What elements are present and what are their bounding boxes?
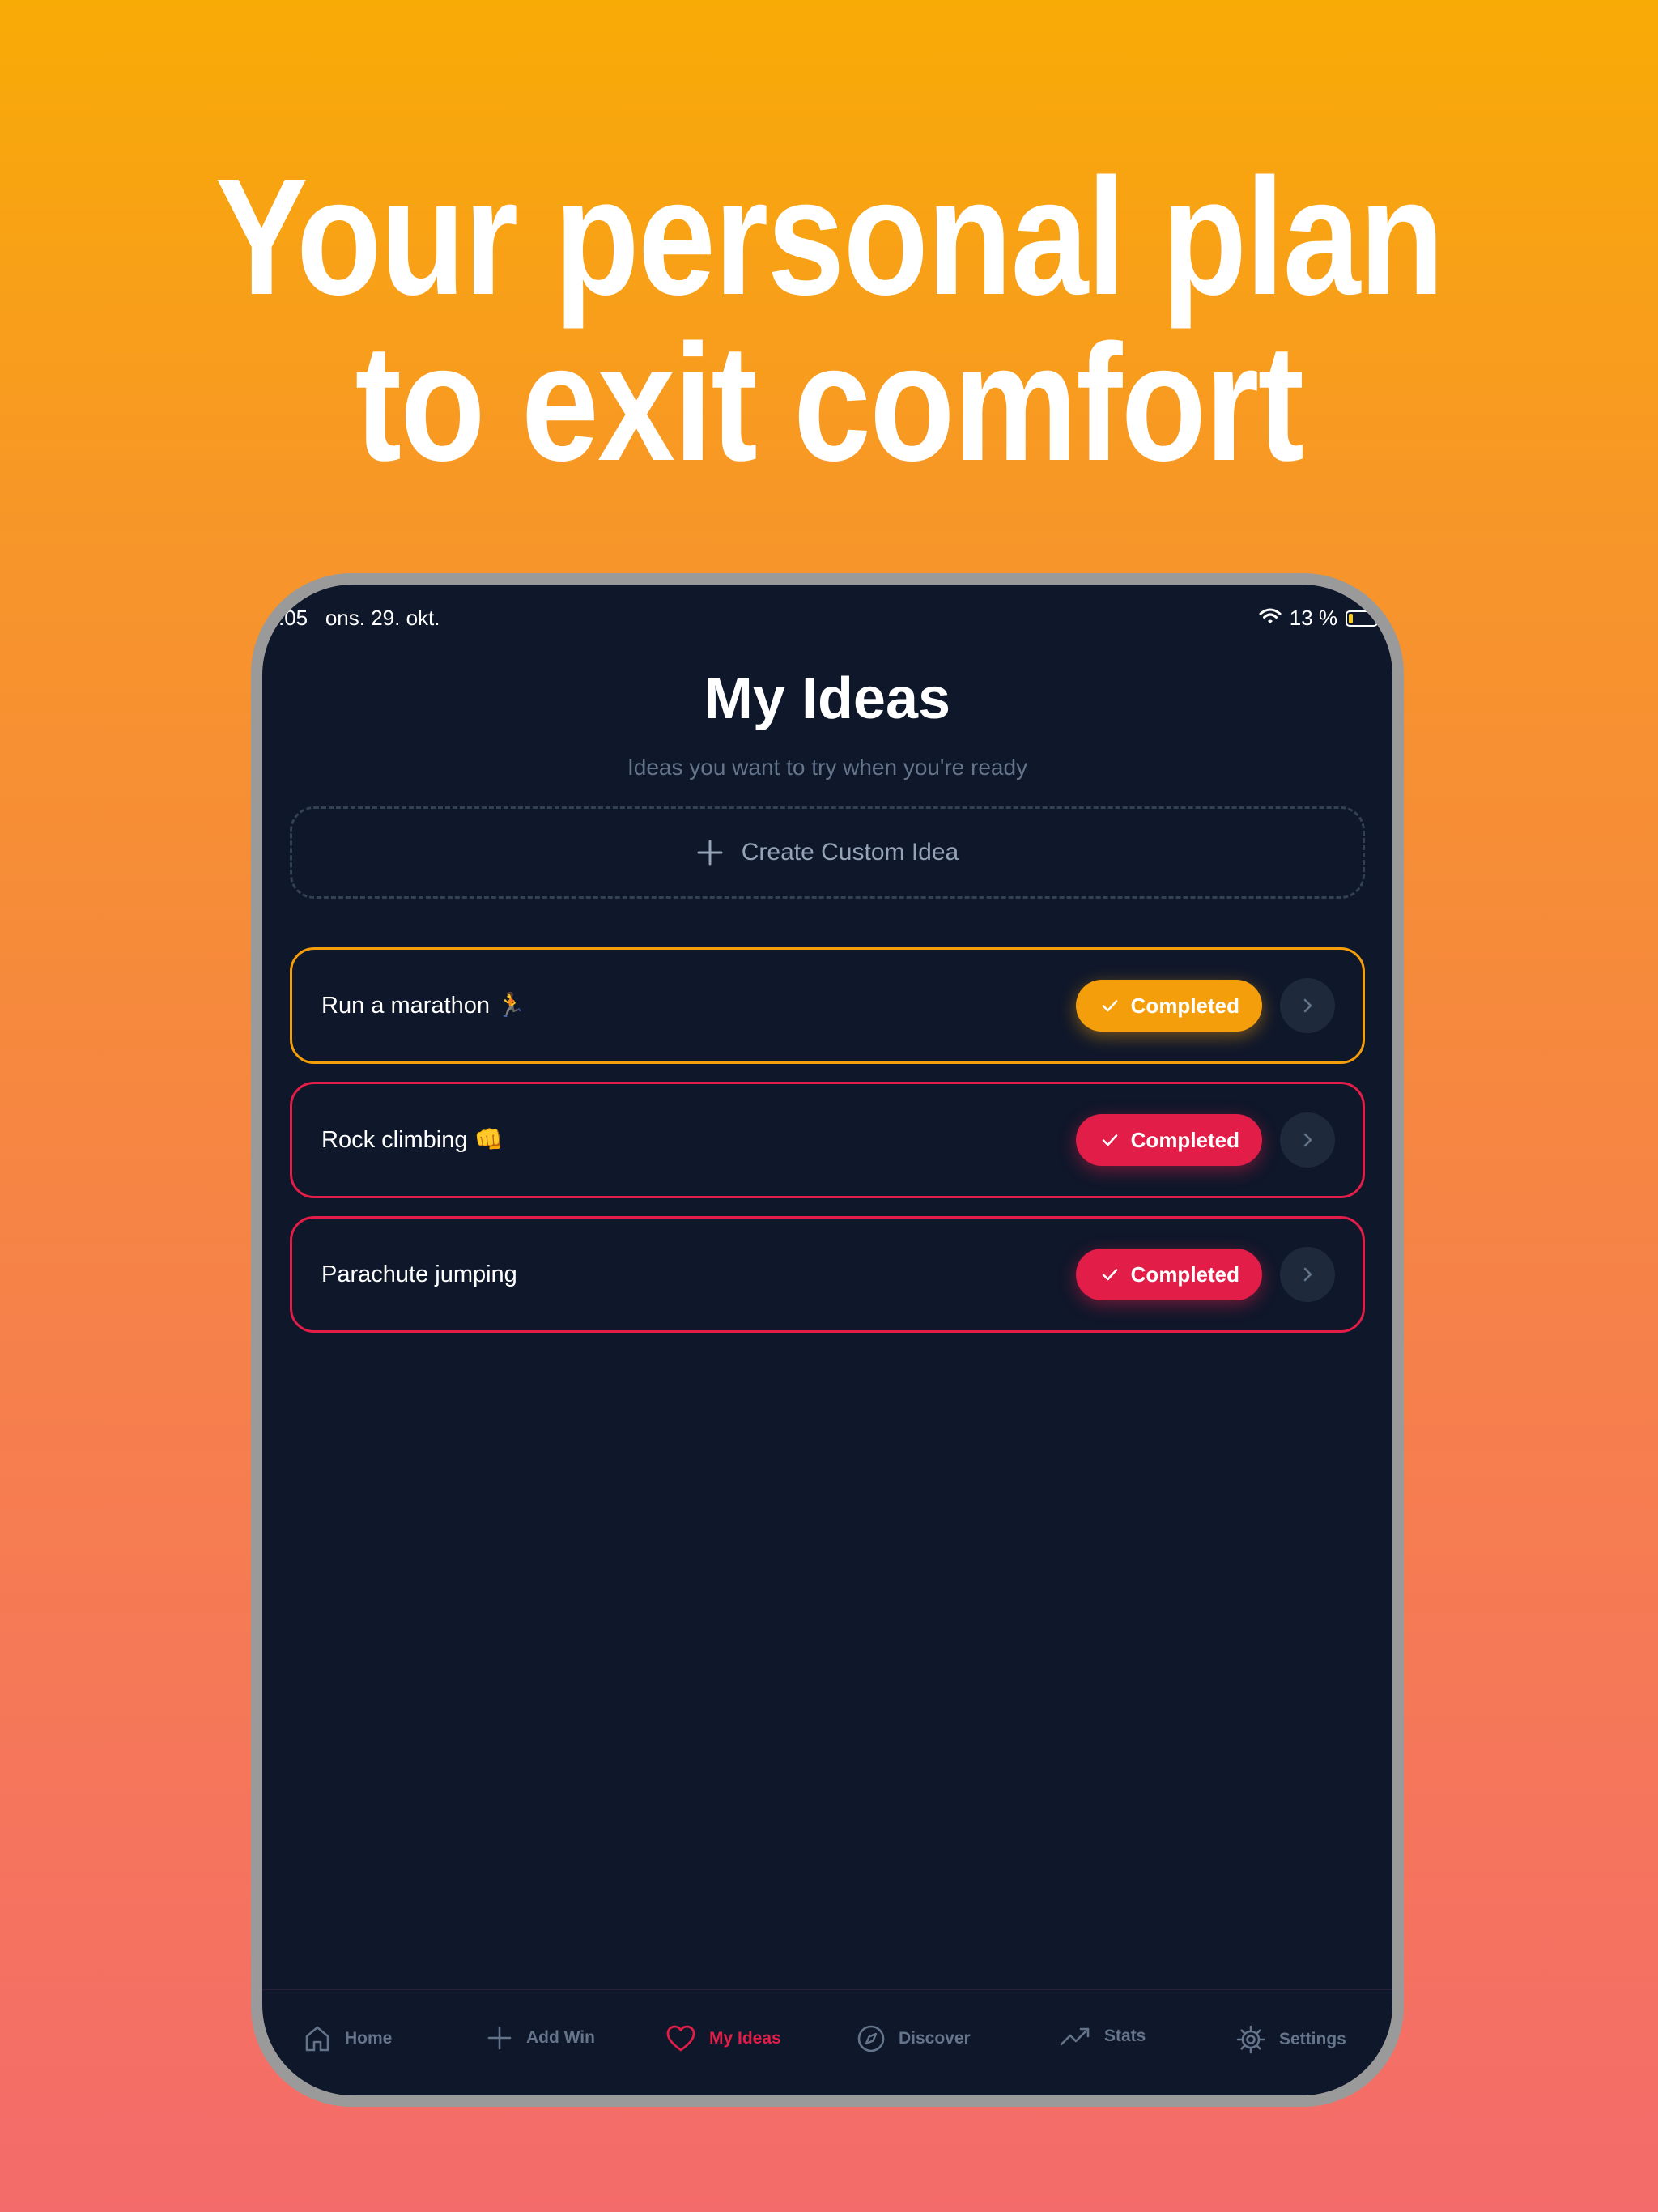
chevron-right-icon [1303, 998, 1312, 1013]
open-idea-button[interactable] [1280, 978, 1335, 1033]
tab-my-ideas-label: My Ideas [709, 2029, 781, 2048]
check-icon [1102, 1269, 1117, 1281]
idea-label: Parachute jumping [321, 1261, 517, 1287]
tab-home[interactable]: Home [303, 2024, 392, 2053]
create-custom-idea-button[interactable]: Create Custom Idea [290, 806, 1365, 899]
tab-settings[interactable]: Settings [1235, 2024, 1346, 2055]
headline-line-1: Your personal plan [215, 144, 1444, 330]
completed-badge[interactable]: Completed [1075, 1249, 1262, 1300]
open-idea-button[interactable] [1280, 1247, 1335, 1302]
tablet-frame: .05 ons. 29. okt. 13 % My Ideas Ideas yo… [251, 573, 1404, 2107]
gear-icon [1236, 2025, 1265, 2054]
status-time: .05 [278, 606, 308, 630]
status-indicators: 13 % [1259, 606, 1378, 631]
open-idea-button[interactable] [1280, 1112, 1335, 1168]
trending-up-icon [1060, 2027, 1090, 2046]
completed-label: Completed [1130, 1127, 1239, 1152]
battery-fill [1349, 613, 1353, 623]
idea-card[interactable]: Parachute jumping Completed [290, 1216, 1365, 1333]
check-icon [1102, 1000, 1117, 1012]
battery-percent: 13 % [1289, 606, 1337, 630]
tab-discover[interactable]: Discover [857, 2024, 971, 2053]
headline-line-2: to exit comfort [355, 310, 1304, 496]
battery-icon [1346, 610, 1378, 627]
status-time-date: .05 ons. 29. okt. [278, 606, 440, 631]
tab-discover-label: Discover [899, 2029, 971, 2048]
plus-icon [487, 2026, 512, 2050]
page-subtitle: Ideas you want to try when you're ready [627, 755, 1028, 780]
idea-label: Run a marathon 🏃 [321, 993, 526, 1019]
compass-icon [857, 2025, 885, 2052]
tab-home-label: Home [345, 2029, 393, 2048]
chevron-right-icon [1303, 1267, 1312, 1282]
wifi-icon [1259, 606, 1282, 631]
tab-stats[interactable]: Stats [1059, 2024, 1146, 2048]
status-date: ons. 29. okt. [325, 606, 440, 630]
idea-card[interactable]: Run a marathon 🏃 Completed [290, 947, 1365, 1064]
plus-icon [696, 839, 724, 866]
app-screen: .05 ons. 29. okt. 13 % My Ideas Ideas yo… [262, 585, 1392, 2095]
tab-add-win[interactable]: Add Win [486, 2024, 595, 2052]
tab-stats-label: Stats [1104, 2027, 1146, 2045]
completed-label: Completed [1130, 1261, 1239, 1287]
idea-label: Rock climbing 👊 [321, 1127, 504, 1153]
page-title: My Ideas [704, 666, 951, 731]
completed-badge[interactable]: Completed [1075, 1114, 1262, 1166]
chevron-right-icon [1303, 1133, 1312, 1147]
heart-icon [666, 2025, 695, 2052]
idea-card[interactable]: Rock climbing 👊 Completed [290, 1082, 1365, 1198]
tab-bar: Home Add Win My Ideas Discover Stats Set… [262, 1989, 1392, 2095]
tab-settings-label: Settings [1279, 2030, 1346, 2048]
status-bar: .05 ons. 29. okt. 13 % [262, 606, 1392, 638]
home-icon [305, 2026, 329, 2052]
completed-badge[interactable]: Completed [1075, 980, 1262, 1032]
create-custom-idea-label: Create Custom Idea [741, 839, 959, 866]
check-icon [1102, 1134, 1117, 1146]
tab-add-win-label: Add Win [526, 2028, 595, 2047]
completed-label: Completed [1130, 993, 1239, 1018]
marketing-headline: Your personal plan to exit comfort [133, 154, 1525, 486]
tab-my-ideas[interactable]: My Ideas [665, 2024, 781, 2053]
